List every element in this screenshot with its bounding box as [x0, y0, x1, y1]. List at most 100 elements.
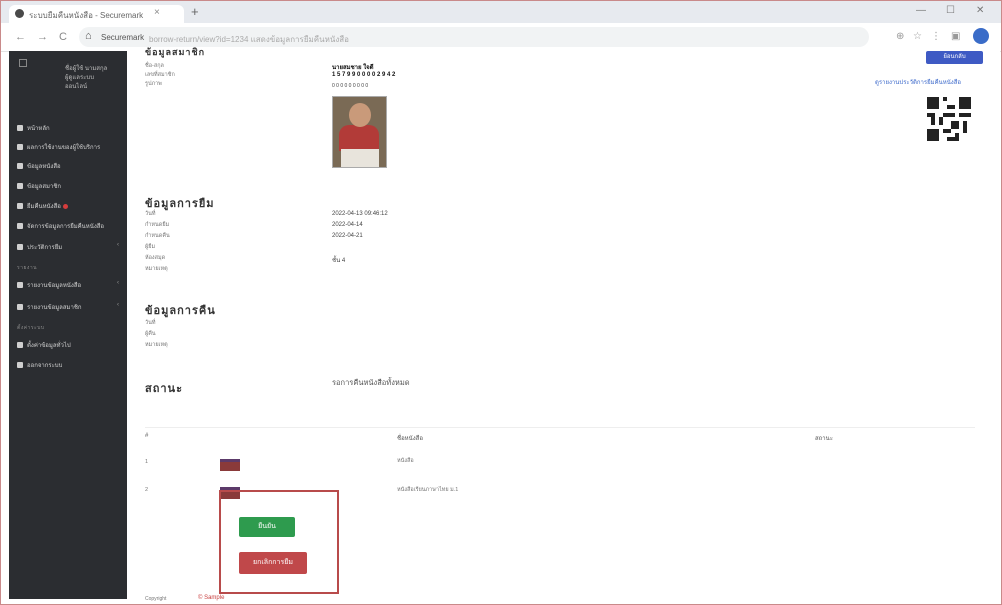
menu-icon[interactable]: ⋮	[931, 31, 941, 42]
qr-code	[927, 97, 971, 141]
member-photo	[332, 96, 387, 168]
sidebar-section-settings: ตั้งค่าระบบ	[17, 325, 45, 331]
sidebar-item-label: ประวัติการยืม	[27, 245, 63, 251]
browser-tab[interactable]: ระบบยืมคืนหนังสือ - Securemark ×	[9, 5, 184, 23]
address-host: Securemark	[101, 33, 145, 42]
report-icon	[17, 304, 23, 311]
sidebar-item-report-books[interactable]: รายงานข้อมูลหนังสือ ‹	[17, 280, 119, 290]
member-id-value: 1 5 7 9 9 0 0 0 0 2 9 4 2	[332, 72, 396, 78]
confirm-button[interactable]: ยืนยัน	[239, 517, 295, 537]
borrow-date-label: วันที่	[145, 211, 156, 217]
tab-close-icon[interactable]: ×	[154, 7, 160, 18]
notification-dot	[62, 203, 68, 209]
user-panel: ชื่อผู้ใช้ นามสกุล ผู้ดูแลระบบ ออนไลน์	[65, 65, 125, 92]
sidebar-item-members[interactable]: ข้อมูลสมาชิก	[17, 181, 61, 191]
table-row-title: หนังสือ	[397, 458, 414, 464]
back-button[interactable]: ←	[15, 31, 26, 43]
return-section-title: ข้อมูลการคืน	[145, 305, 216, 317]
member-name-label: ชื่อ-สกุล	[145, 63, 164, 69]
table-row-title: หนังสือเรียนภาษาไทย ม.1	[397, 487, 459, 493]
sidebar-item-borrow-return[interactable]: ยืมคืนหนังสือ	[17, 201, 68, 211]
sidebar-item-label: ข้อมูลหนังสือ	[27, 164, 61, 170]
new-tab-button[interactable]: +	[191, 4, 199, 19]
address-bar[interactable]: ⌂ Securemark borrow-return/view?id=1234 …	[79, 27, 869, 47]
chevron-left-icon: ‹	[117, 242, 119, 248]
sidebar-item-logout[interactable]: ออกจากระบบ	[17, 360, 62, 370]
return-note-label: หมายเหตุ	[145, 342, 168, 348]
sidebar-item-label: ตั้งค่าข้อมูลทั่วไป	[27, 343, 71, 349]
home-icon: ⌂	[85, 30, 92, 42]
user-name: ชื่อผู้ใช้ นามสกุล	[65, 66, 108, 72]
sidebar-item-usage[interactable]: ผลการใช้งานของผู้ใช้บริการ	[17, 142, 100, 152]
member-name-value: นายสมชาย ใจดี	[332, 65, 374, 71]
table-row-no: 1	[145, 459, 149, 465]
profile-avatar[interactable]	[973, 28, 989, 44]
extension-icon[interactable]: ⊕	[896, 31, 904, 42]
sidebar-section-reports: รายงาน	[17, 265, 38, 271]
sidebar-item-label: ยืมคืนหนังสือ	[27, 204, 61, 210]
maximize-button[interactable]: ☐	[946, 5, 955, 16]
footer-text: Copyright	[145, 596, 167, 602]
back-page-button[interactable]: ย้อนกลับ	[926, 51, 983, 64]
table-row-no: 2	[145, 487, 149, 493]
library-value: ชั้น 4	[332, 258, 346, 264]
table-header-title: ชื่อหนังสือ	[397, 436, 423, 442]
table-header-status: สถานะ	[815, 436, 833, 442]
gear-icon	[17, 342, 23, 349]
member-photo-label: รูปภาพ	[145, 81, 162, 87]
table-header-no: #	[145, 433, 149, 439]
dashboard-icon	[17, 125, 23, 132]
sidebar-item-label: หน้าหลัก	[27, 126, 50, 132]
return-date-label: วันที่	[145, 320, 156, 326]
borrow-return-due-label: กำหนดคืน	[145, 233, 170, 239]
minimize-button[interactable]: —	[916, 5, 926, 16]
sidebar-item-books[interactable]: ข้อมูลหนังสือ	[17, 161, 61, 171]
bookmark-icon[interactable]: ☆	[913, 31, 922, 42]
sidebar-item-home[interactable]: หน้าหลัก	[17, 123, 50, 133]
borrow-due-value: 2022-04-14	[332, 222, 363, 228]
report-icon	[17, 282, 23, 289]
user-status: ออนไลน์	[65, 84, 88, 90]
site-favicon-icon	[15, 9, 24, 18]
member-code-value: 0 0 0 0 0 0 0 0 0	[332, 83, 369, 89]
browser-tab-bar: ระบบยืมคืนหนังสือ - Securemark × + — ☐ ✕	[1, 1, 1001, 23]
sidebar-item-settings[interactable]: ตั้งค่าข้อมูลทั่วไป	[17, 340, 71, 350]
cancel-borrow-button[interactable]: ยกเลิกการยืม	[239, 552, 307, 574]
book-icon	[17, 163, 23, 170]
highlight-box	[219, 490, 339, 594]
history-icon	[17, 244, 23, 251]
close-window-button[interactable]: ✕	[976, 5, 984, 16]
sidepanel-icon[interactable]: ▣	[951, 31, 960, 42]
returner-label: ผู้คืน	[145, 331, 156, 337]
table-divider	[145, 427, 975, 428]
borrow-note-label: หมายเหตุ	[145, 266, 168, 272]
sidebar: ชื่อผู้ใช้ นามสกุล ผู้ดูแลระบบ ออนไลน์ ห…	[9, 51, 127, 599]
status-label: สถานะ	[145, 383, 183, 395]
tab-title: ระบบยืมคืนหนังสือ - Securemark	[29, 11, 144, 20]
borrow-due-label: กำหนดยืม	[145, 222, 170, 228]
sidebar-item-history[interactable]: ประวัติการยืม ‹	[17, 242, 119, 252]
book-thumbnail	[220, 459, 240, 471]
users-icon	[17, 183, 23, 190]
member-section-title: ข้อมูลสมาชิก	[145, 47, 206, 57]
borrow-return-due-value: 2022-04-21	[332, 233, 363, 239]
sidebar-item-manage-borrow[interactable]: จัดการข้อมูลการยืมคืนหนังสือ	[17, 221, 104, 231]
exchange-icon	[17, 203, 23, 210]
forward-button[interactable]: →	[37, 31, 48, 43]
library-label: ห้องสมุด	[145, 255, 166, 261]
sidebar-item-label: จัดการข้อมูลการยืมคืนหนังสือ	[27, 224, 105, 230]
chevron-left-icon: ‹	[117, 280, 119, 286]
chart-icon	[17, 144, 23, 151]
footer-brand[interactable]: © Sample	[198, 595, 224, 601]
borrow-date-value: 2022-04-13 09:46:12	[332, 211, 388, 217]
reload-button[interactable]: C	[59, 31, 67, 43]
chevron-left-icon: ‹	[117, 302, 119, 308]
borrow-history-report-link[interactable]: ดูรายงานประวัติการยืมคืนหนังสือ	[875, 77, 961, 87]
sidebar-item-label: รายงานข้อมูลสมาชิก	[27, 305, 82, 311]
edit-icon	[17, 223, 23, 230]
member-id-label: เลขที่สมาชิก	[145, 72, 175, 78]
sidebar-item-report-members[interactable]: รายงานข้อมูลสมาชิก ‹	[17, 302, 119, 312]
sidebar-item-label: ออกจากระบบ	[27, 363, 63, 369]
sidebar-item-label: รายงานข้อมูลหนังสือ	[27, 283, 82, 289]
logout-icon	[17, 362, 23, 369]
